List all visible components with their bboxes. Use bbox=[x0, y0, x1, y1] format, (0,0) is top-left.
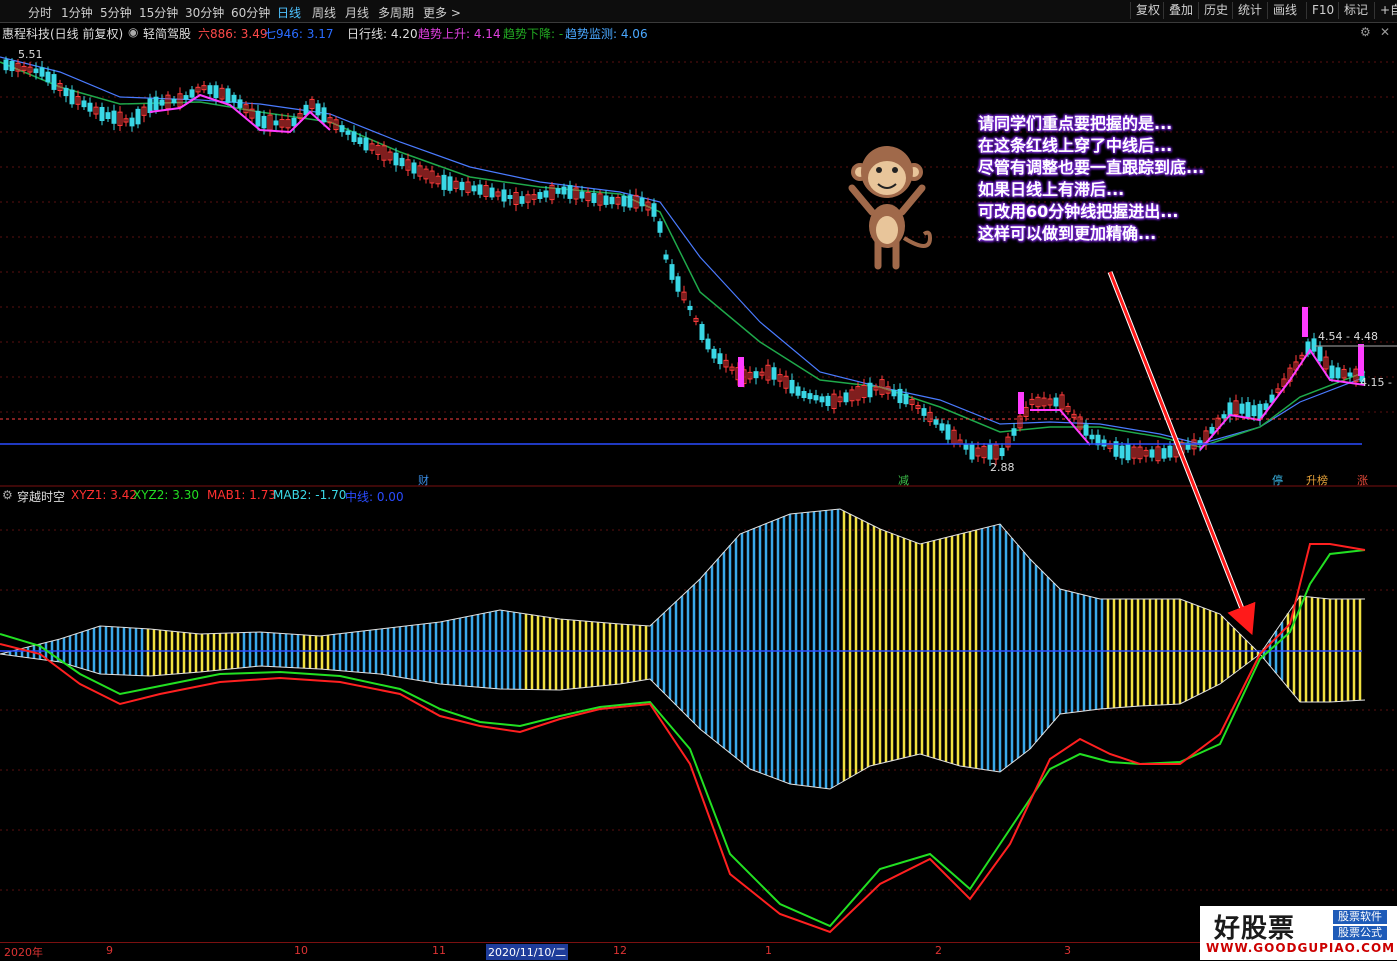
x-label: 2 bbox=[935, 944, 942, 957]
arrow-icon bbox=[1107, 271, 1256, 636]
x-label: 3 bbox=[1064, 944, 1071, 957]
logo-tag: 股票公式 bbox=[1333, 926, 1387, 940]
watermark-logo: 好股票 WWW.GOODGUPIAO.COM 股票软件 股票公式 bbox=[1200, 906, 1397, 960]
x-label: 10 bbox=[294, 944, 308, 957]
x-label: 2020年 bbox=[4, 946, 43, 959]
logo-main-text: 好股票 bbox=[1214, 914, 1296, 944]
x-label: 1 bbox=[765, 944, 772, 957]
logo-tag: 股票软件 bbox=[1333, 910, 1387, 924]
x-label: 12 bbox=[613, 944, 627, 957]
x-label: 9 bbox=[106, 944, 113, 957]
x-cursor-date: 2020/11/10/二 bbox=[486, 944, 569, 960]
x-axis: 2020年 9 10 11 2020/11/10/二 12 1 2 3 bbox=[0, 942, 1397, 961]
x-label: 11 bbox=[432, 944, 446, 957]
logo-url: WWW.GOODGUPIAO.COM bbox=[1206, 941, 1396, 955]
